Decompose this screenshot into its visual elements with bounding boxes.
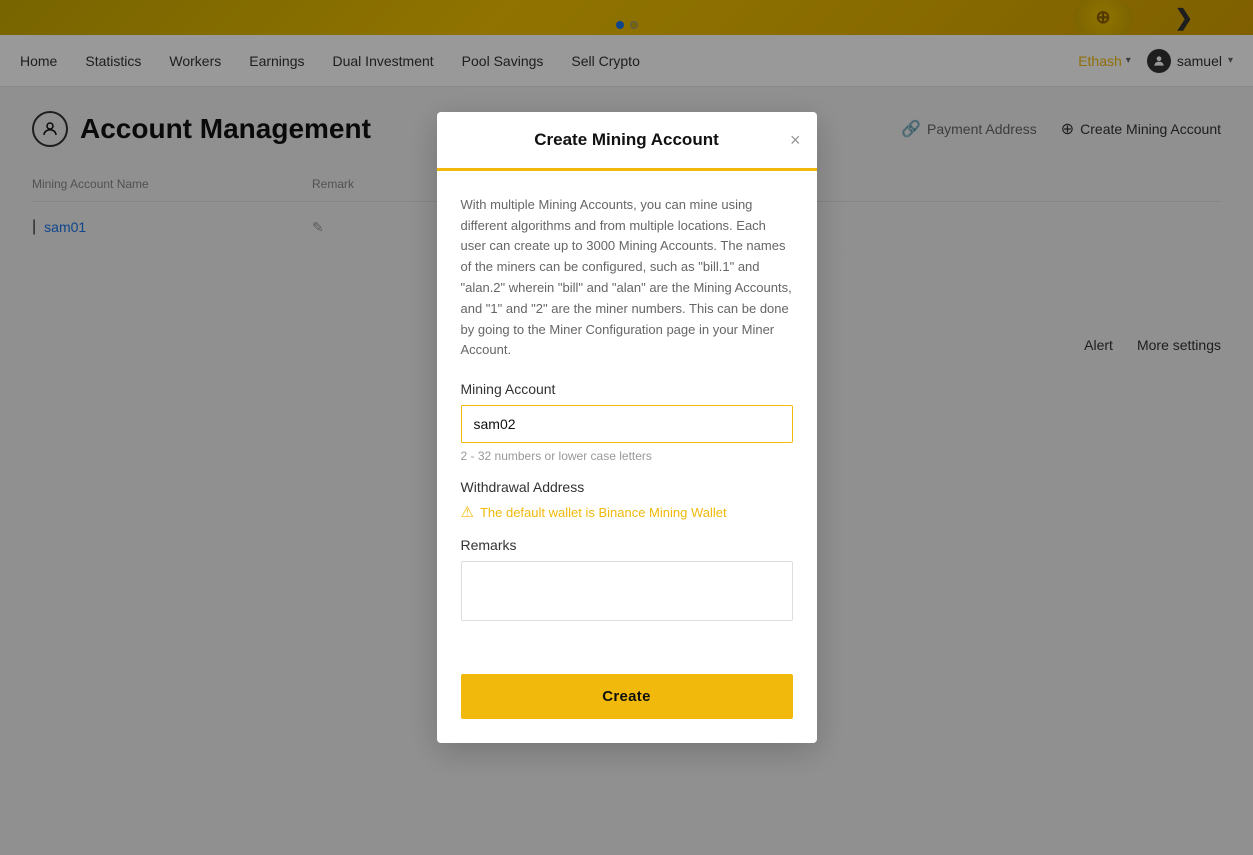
- withdrawal-warning-text: The default wallet is Binance Mining Wal…: [480, 505, 727, 520]
- create-button[interactable]: Create: [461, 674, 793, 719]
- mining-account-input[interactable]: [461, 405, 793, 443]
- withdrawal-warning: ⚠ The default wallet is Binance Mining W…: [461, 503, 793, 521]
- warning-icon: ⚠: [461, 503, 474, 521]
- modal-description: With multiple Mining Accounts, you can m…: [461, 195, 793, 361]
- remarks-section: Remarks: [461, 537, 793, 626]
- remarks-label: Remarks: [461, 537, 793, 553]
- withdrawal-label: Withdrawal Address: [461, 479, 793, 495]
- modal-header: Create Mining Account ×: [437, 112, 817, 171]
- modal-close-button[interactable]: ×: [790, 131, 801, 149]
- mining-account-field: Mining Account 2 - 32 numbers or lower c…: [461, 381, 793, 463]
- create-mining-account-modal: Create Mining Account × With multiple Mi…: [437, 112, 817, 743]
- remarks-input[interactable]: [461, 561, 793, 621]
- withdrawal-address-section: Withdrawal Address ⚠ The default wallet …: [461, 479, 793, 521]
- modal-body: With multiple Mining Accounts, you can m…: [437, 171, 817, 674]
- mining-account-hint: 2 - 32 numbers or lower case letters: [461, 449, 793, 463]
- modal-footer: Create: [437, 674, 817, 743]
- mining-account-label: Mining Account: [461, 381, 793, 397]
- modal-title: Create Mining Account: [534, 130, 719, 150]
- modal-overlay[interactable]: Create Mining Account × With multiple Mi…: [0, 0, 1253, 855]
